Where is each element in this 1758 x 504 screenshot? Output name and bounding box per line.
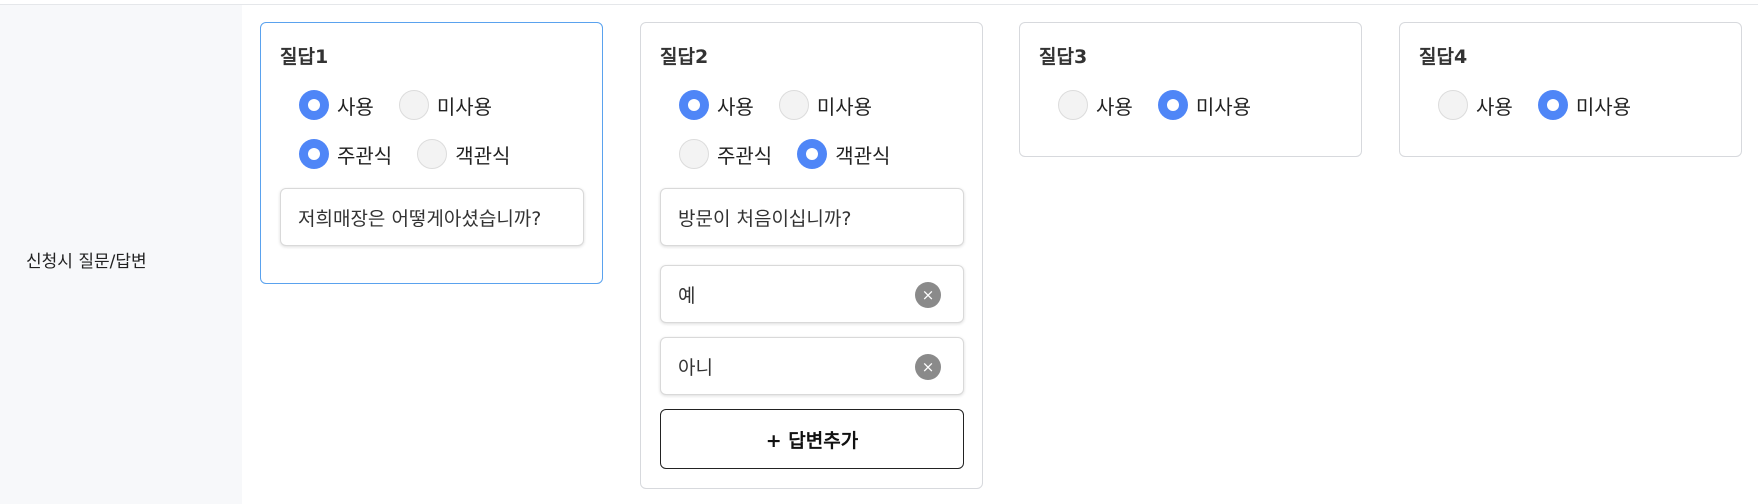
qa-card-title: 질답1 [280, 46, 329, 68]
radio-checked-icon [299, 90, 329, 120]
radio-label: 사용 [1476, 94, 1513, 119]
radio-label: 주관식 [337, 143, 393, 168]
radio-label: 미사용 [436, 94, 493, 119]
use-radio-group: 사용 미사용 [299, 89, 517, 121]
qa-card-title: 질답3 [1039, 46, 1088, 68]
qa-card-4: 질답4 사용 미사용 [1399, 22, 1742, 157]
answer-text: 아니 [678, 356, 713, 379]
answer-text: 예 [678, 284, 696, 307]
radio-objective[interactable]: 객관식 [417, 139, 510, 169]
top-divider [0, 0, 1758, 5]
radio-label: 미사용 [1575, 94, 1632, 119]
add-answer-button[interactable]: + 답변추가 [660, 409, 964, 469]
qa-card-title: 질답2 [660, 46, 709, 68]
type-radio-group: 주관식 객관식 [299, 138, 535, 170]
radio-checked-icon [1157, 90, 1188, 120]
answer-input[interactable]: 예 × [660, 265, 964, 323]
radio-unchecked-icon [1058, 90, 1088, 120]
clear-icon[interactable]: × [915, 354, 941, 380]
question-input[interactable]: 방문이 처음이십니까? [660, 188, 964, 246]
answer-input[interactable]: 아니 × [660, 337, 964, 395]
radio-label: 사용 [337, 94, 374, 119]
qa-card-1: 질답1 사용 미사용 주관식 객관식 저희매장은 어떻게아셨습니까? [260, 22, 603, 284]
radio-subjective[interactable]: 주관식 [679, 139, 772, 169]
use-radio-group: 사용 미사용 [679, 89, 897, 121]
radio-use[interactable]: 사용 [679, 90, 754, 120]
qa-card-2: 질답2 사용 미사용 주관식 객관식 방문이 처음이십니까? 예 × 아니 × … [640, 22, 983, 489]
qa-card-title: 질답4 [1419, 46, 1468, 68]
radio-unuse[interactable]: 미사용 [1157, 90, 1252, 120]
radio-label: 사용 [1096, 94, 1133, 119]
radio-use[interactable]: 사용 [299, 90, 374, 120]
radio-unchecked-icon [398, 90, 429, 120]
radio-label: 객관식 [455, 143, 511, 168]
radio-checked-icon [679, 90, 709, 120]
row-label: 신청시 질문/답변 [26, 252, 147, 272]
radio-unchecked-icon [778, 90, 809, 120]
type-radio-group: 주관식 객관식 [679, 138, 915, 170]
radio-checked-icon [797, 139, 828, 169]
clear-icon[interactable]: × [915, 282, 941, 308]
use-radio-group: 사용 미사용 [1058, 89, 1276, 121]
qa-card-3: 질답3 사용 미사용 [1019, 22, 1362, 157]
radio-use[interactable]: 사용 [1438, 90, 1513, 120]
radio-label: 미사용 [816, 94, 873, 119]
radio-subjective[interactable]: 주관식 [299, 139, 392, 169]
radio-label: 미사용 [1195, 94, 1252, 119]
radio-unchecked-icon [679, 139, 709, 169]
radio-label: 사용 [717, 94, 754, 119]
radio-use[interactable]: 사용 [1058, 90, 1133, 120]
radio-unuse[interactable]: 미사용 [398, 90, 493, 120]
use-radio-group: 사용 미사용 [1438, 89, 1656, 121]
row-label-column: 신청시 질문/답변 [0, 5, 242, 504]
radio-unuse[interactable]: 미사용 [778, 90, 873, 120]
radio-unuse[interactable]: 미사용 [1537, 90, 1632, 120]
radio-objective[interactable]: 객관식 [797, 139, 890, 169]
radio-label: 객관식 [835, 143, 891, 168]
radio-unchecked-icon [1438, 90, 1468, 120]
question-input[interactable]: 저희매장은 어떻게아셨습니까? [280, 188, 584, 246]
radio-label: 주관식 [717, 143, 773, 168]
radio-checked-icon [1537, 90, 1568, 120]
radio-unchecked-icon [417, 139, 448, 169]
radio-checked-icon [299, 139, 329, 169]
